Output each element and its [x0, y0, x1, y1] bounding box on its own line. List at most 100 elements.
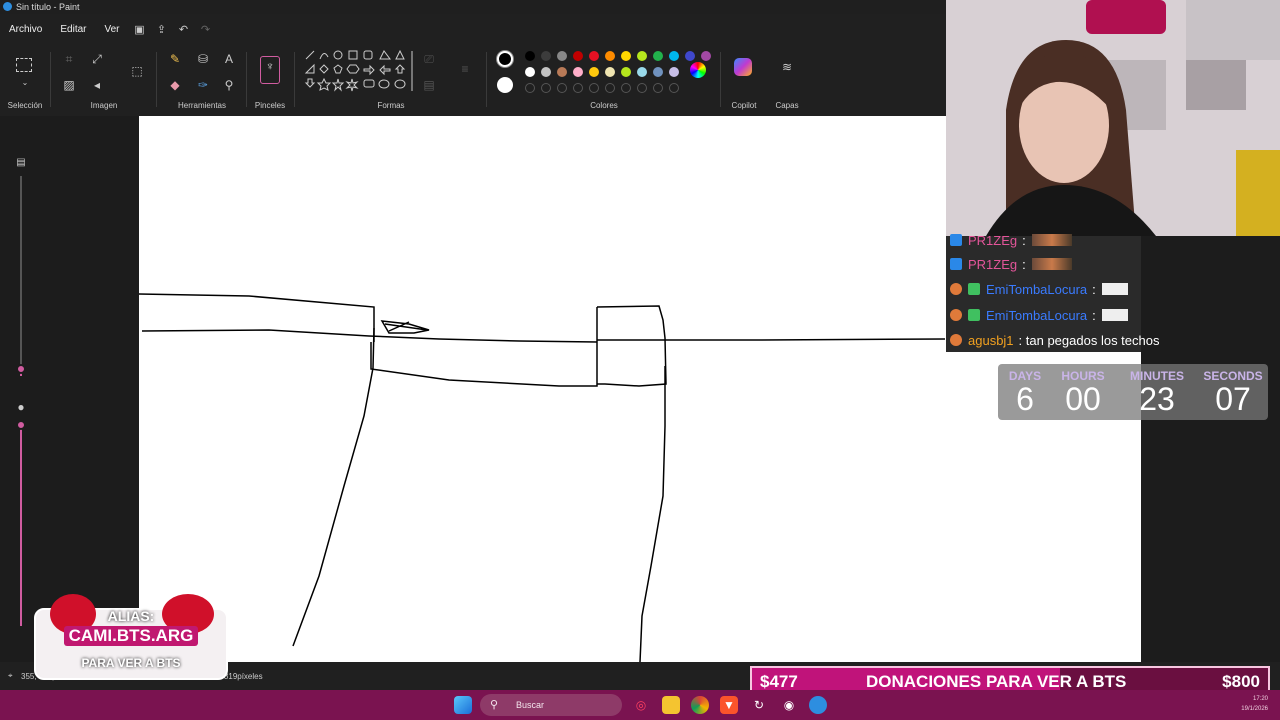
primary-color[interactable]: [497, 51, 513, 67]
chat-message: PR1ZEg :: [950, 252, 1072, 276]
countdown-value: 07: [1215, 381, 1251, 417]
color-swatch[interactable]: [605, 51, 615, 61]
group-imagen: ⌗ ⤢ ⬚ ▨ ◂ Imagen: [52, 44, 156, 114]
taskbar-search[interactable]: ⚲ Buscar: [480, 694, 622, 716]
custom-color-slot[interactable]: [605, 83, 615, 93]
color-swatch[interactable]: [573, 51, 583, 61]
custom-color-slot[interactable]: [669, 83, 679, 93]
color-swatch[interactable]: [541, 67, 551, 77]
color-swatch[interactable]: [557, 51, 567, 61]
magnifier-icon[interactable]: ⚲: [220, 76, 238, 94]
color-picker-icon[interactable]: ✑: [194, 76, 212, 94]
menu-ver[interactable]: Ver: [95, 24, 128, 35]
color-swatch[interactable]: [637, 51, 647, 61]
paint-taskbar-icon[interactable]: [809, 696, 827, 714]
crop-icon[interactable]: ⌗: [60, 50, 78, 68]
eraser-icon[interactable]: ◆: [166, 76, 184, 94]
color-swatch[interactable]: [669, 51, 679, 61]
app-icon[interactable]: ◉: [780, 696, 798, 714]
opacity-icon: ●: [17, 400, 25, 414]
custom-color-slot[interactable]: [653, 83, 663, 93]
brush-size-icon: ▤: [16, 157, 26, 168]
color-swatch[interactable]: [637, 67, 647, 77]
color-swatch[interactable]: [621, 67, 631, 77]
color-swatch[interactable]: [525, 67, 535, 77]
share-icon[interactable]: ⇪: [151, 23, 173, 36]
size-slider-knob[interactable]: [16, 364, 26, 374]
webcam-overlay: [946, 0, 1280, 236]
color-swatch[interactable]: [653, 67, 663, 77]
menu-archivo[interactable]: Archivo: [0, 24, 51, 35]
custom-color-slot[interactable]: [573, 83, 583, 93]
selection-rectangle-icon[interactable]: [16, 58, 32, 72]
subscriber-badge-icon: [950, 309, 962, 321]
color-swatch[interactable]: [669, 67, 679, 77]
color-swatch[interactable]: [525, 51, 535, 61]
oval-shape-icon: [333, 50, 343, 60]
custom-color-slot[interactable]: [589, 83, 599, 93]
copilot-icon[interactable]: [734, 58, 752, 76]
search-icon: ⚲: [490, 699, 499, 711]
group-label-capas: Capas: [775, 101, 799, 110]
save-icon[interactable]: ▣: [129, 23, 151, 36]
color-swatch[interactable]: [701, 51, 711, 61]
brave-icon[interactable]: ▼: [720, 696, 738, 714]
edit-colors-icon[interactable]: [690, 62, 706, 78]
color-swatch[interactable]: [685, 51, 695, 61]
custom-color-slot[interactable]: [541, 83, 551, 93]
custom-color-slot[interactable]: [621, 83, 631, 93]
chat-username: agusbj1: [968, 332, 1014, 348]
color-swatch[interactable]: [589, 67, 599, 77]
redo-icon[interactable]: ↷: [195, 23, 217, 36]
subscriber-badge-icon: [950, 334, 962, 346]
taskbar: ⚲ Buscar ◎ ▼ ↻ ◉ 17:20 19/1/2026: [0, 690, 1280, 720]
chat-username: PR1ZEg: [968, 232, 1018, 248]
emote-icon: [1031, 258, 1072, 270]
file-explorer-icon[interactable]: [662, 696, 680, 714]
image-select-icon[interactable]: ⬚: [128, 62, 146, 80]
color-swatch[interactable]: [621, 51, 631, 61]
color-swatch[interactable]: [573, 67, 583, 77]
size-slider-track[interactable]: [20, 176, 22, 368]
pencil-icon[interactable]: ✎: [166, 50, 184, 68]
color-swatch[interactable]: [605, 67, 615, 77]
color-swatch[interactable]: [589, 51, 599, 61]
group-label-seleccion: Selección: [7, 101, 43, 110]
text-icon[interactable]: A: [220, 50, 238, 68]
fill-icon[interactable]: ▤: [420, 76, 438, 94]
chat-message: EmiTombaLocura :: [950, 303, 1128, 327]
app-icon[interactable]: ↻: [750, 696, 768, 714]
resize-skew-icon[interactable]: ▨: [60, 76, 78, 94]
emote-icon: [1101, 309, 1128, 321]
group-label-pinceles: Pinceles: [254, 101, 286, 110]
color-swatch[interactable]: [557, 67, 567, 77]
shapes-gallery[interactable]: [302, 49, 414, 99]
secondary-color[interactable]: [497, 77, 513, 93]
opera-icon[interactable]: ◎: [632, 696, 650, 714]
curve-shape-icon: [319, 53, 329, 60]
group-label-copilot: Copilot: [731, 101, 757, 110]
fill-bucket-icon[interactable]: ⛁: [194, 50, 212, 68]
webcam-scene: [946, 0, 1280, 236]
color-swatch[interactable]: [653, 51, 663, 61]
chevron-down-icon[interactable]: ⌄: [16, 74, 34, 92]
outline-icon[interactable]: ⎚: [420, 50, 438, 68]
windows-start-icon[interactable]: [454, 696, 472, 714]
donation-goal: $800: [1222, 672, 1260, 691]
cursor-icon: ⌖: [8, 671, 13, 680]
chrome-icon[interactable]: [691, 696, 709, 714]
custom-color-slot[interactable]: [637, 83, 647, 93]
layers-icon[interactable]: ≋: [778, 58, 796, 76]
arrow-right-shape-icon: [363, 64, 375, 76]
custom-color-slot[interactable]: [557, 83, 567, 93]
brush-icon[interactable]: ♆: [260, 56, 280, 84]
resize-icon[interactable]: ⤢: [88, 50, 106, 68]
group-label-colores: Colores: [590, 101, 618, 110]
color-swatch[interactable]: [541, 51, 551, 61]
custom-color-slot[interactable]: [525, 83, 535, 93]
menu-editar[interactable]: Editar: [51, 24, 95, 35]
rotate-icon[interactable]: ◂: [88, 76, 106, 94]
opacity-slider-knob[interactable]: [16, 420, 26, 430]
undo-icon[interactable]: ↶: [173, 23, 195, 36]
shape-options-icon[interactable]: ≡: [456, 60, 474, 78]
